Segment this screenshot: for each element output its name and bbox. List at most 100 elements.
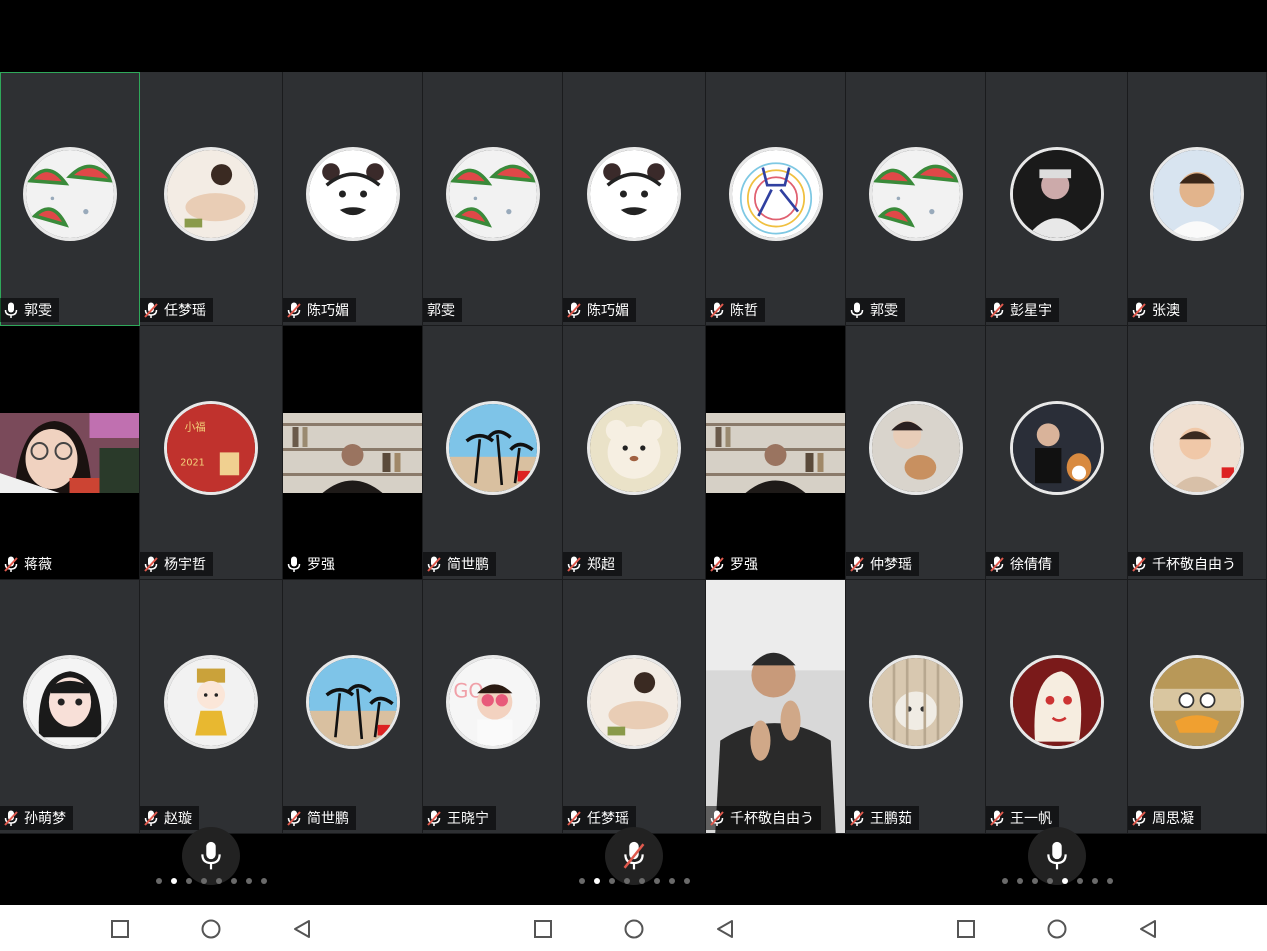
participant-name: 任梦瑶 (164, 303, 206, 319)
participant-name: 彭星宇 (1010, 303, 1052, 319)
recent-apps-icon (534, 920, 552, 938)
recent-apps-button[interactable] (532, 918, 554, 940)
participant-avatar (587, 146, 681, 241)
page-dot[interactable] (200, 878, 207, 884)
page-dot[interactable] (230, 878, 237, 884)
recent-apps-button[interactable] (109, 918, 131, 940)
back-button[interactable] (1137, 918, 1159, 940)
mic-icon (4, 302, 24, 319)
participant-tile[interactable]: 任梦瑶 (140, 72, 283, 326)
participant-tile[interactable]: 周思凝 (1128, 580, 1267, 834)
participant-tile[interactable]: 千杯敬自由う (706, 580, 846, 834)
mic-muted-icon (567, 810, 587, 827)
participant-tile[interactable]: 徐倩倩 (986, 326, 1128, 580)
mic-muted-icon (144, 810, 164, 827)
page-dot[interactable] (1106, 878, 1113, 884)
participant-avatar (1150, 400, 1244, 495)
page-dot[interactable] (1046, 878, 1053, 884)
mic-muted-icon (144, 556, 164, 573)
participant-tile[interactable]: 郭雯 (423, 72, 563, 326)
participant-tile[interactable]: 简世鹏 (423, 326, 563, 580)
page-dot[interactable] (638, 878, 645, 884)
participant-tile[interactable]: 郭雯 (0, 72, 140, 326)
participant-tile[interactable]: 孙萌梦 (0, 580, 140, 834)
participant-name: 任梦瑶 (587, 811, 629, 827)
page-dot[interactable] (683, 878, 690, 884)
page-dot[interactable] (155, 878, 162, 884)
participant-tile[interactable]: 仲梦瑶 (846, 326, 986, 580)
page-dot[interactable] (608, 878, 615, 884)
page-dot[interactable] (1001, 878, 1008, 884)
participant-nametag: 千杯敬自由う (1128, 552, 1243, 576)
participant-tile[interactable]: 张澳 (1128, 72, 1267, 326)
participant-tile[interactable]: 王一帆 (986, 580, 1128, 834)
back-button[interactable] (291, 918, 313, 940)
mic-muted-icon (1132, 556, 1152, 573)
participant-tile[interactable]: 陈巧媚 (283, 72, 423, 326)
participant-avatar (445, 146, 540, 241)
page-dot[interactable] (1016, 878, 1023, 884)
participant-name: 罗强 (730, 557, 758, 573)
participant-name: 徐倩倩 (1010, 557, 1052, 573)
recent-apps-button[interactable] (955, 918, 977, 940)
home-button[interactable] (623, 918, 645, 940)
mic-icon (850, 302, 870, 319)
page-dot[interactable] (170, 878, 177, 884)
participant-nametag: 张澳 (1128, 298, 1187, 322)
page-dot[interactable] (653, 878, 660, 884)
microphone-button[interactable] (182, 827, 240, 885)
participant-name: 仲梦瑶 (870, 557, 912, 573)
participant-tile[interactable]: 简世鹏 (283, 580, 423, 834)
participant-tile[interactable]: 小福 2021 杨宇哲 (140, 326, 283, 580)
page-dot[interactable] (1061, 878, 1068, 884)
participant-name: 陈巧媚 (307, 303, 349, 319)
participant-name: 孙萌梦 (24, 811, 66, 827)
participant-tile[interactable]: 郑超 (563, 326, 706, 580)
participant-tile[interactable]: 任梦瑶 (563, 580, 706, 834)
page-dot[interactable] (185, 878, 192, 884)
mic-muted-icon (4, 556, 24, 573)
participant-nametag: 简世鹏 (423, 552, 496, 576)
participant-name: 杨宇哲 (164, 557, 206, 573)
page-dot[interactable] (1091, 878, 1098, 884)
participant-tile[interactable]: 蒋薇 (0, 326, 140, 580)
participant-tile[interactable]: 罗强 (283, 326, 423, 580)
participant-nametag: 陈巧媚 (283, 298, 356, 322)
home-icon (624, 919, 644, 939)
participant-tile[interactable]: 陈哲 (706, 72, 846, 326)
participant-nametag: 蒋薇 (0, 552, 59, 576)
page-dot[interactable] (245, 878, 252, 884)
home-button[interactable] (1046, 918, 1068, 940)
page-dot[interactable] (1076, 878, 1083, 884)
home-button[interactable] (200, 918, 222, 940)
back-button[interactable] (714, 918, 736, 940)
page-dot[interactable] (593, 878, 600, 884)
participant-name: 周思凝 (1152, 811, 1194, 827)
participant-nametag: 千杯敬自由う (706, 806, 821, 830)
page-dot[interactable] (623, 878, 630, 884)
participant-tile[interactable]: 赵璇 (140, 580, 283, 834)
participant-name: 郭雯 (24, 303, 52, 319)
home-icon (201, 919, 221, 939)
participant-tile[interactable]: 彭星宇 (986, 72, 1128, 326)
participant-name: 千杯敬自由う (1152, 557, 1236, 573)
microphone-button[interactable] (1028, 827, 1086, 885)
participant-tile[interactable]: 罗强 (706, 326, 846, 580)
page-dot[interactable] (668, 878, 675, 884)
mute-toggle-button[interactable] (605, 827, 663, 885)
participant-grid: 郭雯 任梦瑶 陈巧媚 郭雯 陈巧媚 陈哲 郭雯 彭星宇 张澳 蒋薇 小福 202… (0, 72, 1267, 834)
participant-tile[interactable]: 千杯敬自由う (1128, 326, 1267, 580)
participant-tile[interactable]: GO 王晓宁 (423, 580, 563, 834)
mic-icon (287, 556, 307, 573)
page-dot[interactable] (215, 878, 222, 884)
page-dot[interactable] (1031, 878, 1038, 884)
participant-tile[interactable]: 郭雯 (846, 72, 986, 326)
participant-tile[interactable]: 王鹏茹 (846, 580, 986, 834)
participant-tile[interactable]: 陈巧媚 (563, 72, 706, 326)
mic-muted-icon (427, 556, 447, 573)
page-indicator (1001, 878, 1113, 884)
participant-avatar (164, 654, 258, 749)
page-dot[interactable] (578, 878, 585, 884)
mic-muted-icon (990, 810, 1010, 827)
page-dot[interactable] (260, 878, 267, 884)
